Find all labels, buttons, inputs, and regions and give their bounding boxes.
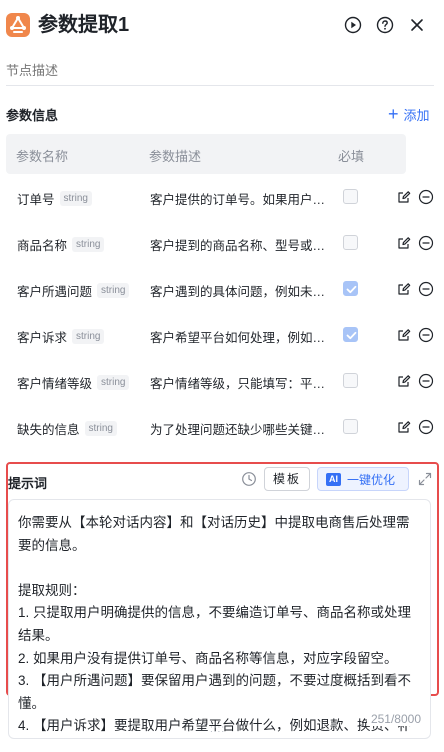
param-name-cell: 缺失的信息 string bbox=[17, 419, 117, 438]
column-header-required: 必填 bbox=[338, 149, 365, 164]
remove-param-icon[interactable] bbox=[418, 189, 434, 205]
remove-param-icon[interactable] bbox=[418, 327, 434, 343]
remove-param-icon[interactable] bbox=[418, 373, 434, 389]
param-type-tag: string bbox=[59, 191, 92, 206]
history-icon[interactable] bbox=[241, 471, 257, 487]
param-name[interactable]: 客户所遇问题 bbox=[17, 281, 92, 300]
param-type-tag: string bbox=[97, 283, 130, 298]
one-click-optimize-button[interactable]: AI 一键优化 bbox=[317, 467, 409, 491]
param-description[interactable]: 客户情绪等级，只能填写：平… bbox=[150, 373, 332, 392]
add-param-button[interactable]: + 添加 bbox=[388, 104, 430, 124]
param-name-cell: 商品名称 string bbox=[17, 235, 105, 254]
remove-param-icon[interactable] bbox=[418, 419, 434, 435]
param-description[interactable]: 为了处理问题还缺少哪些关键… bbox=[150, 419, 332, 438]
param-name-cell: 订单号 string bbox=[17, 189, 92, 208]
prompt-editor[interactable]: 你需要从【本轮对话内容】和【对话历史】中提取电商售后处理需要的信息。 提取规则：… bbox=[8, 499, 431, 739]
param-row: 缺失的信息 string 为了处理问题还缺少哪些关键… bbox=[6, 405, 436, 451]
required-checkbox[interactable] bbox=[343, 189, 358, 204]
required-checkbox[interactable] bbox=[343, 281, 358, 296]
expand-icon[interactable] bbox=[418, 472, 432, 486]
param-name-cell: 客户所遇问题 string bbox=[17, 281, 130, 300]
param-description[interactable]: 客户提供的订单号。如果用户… bbox=[150, 189, 332, 208]
param-type-tag: string bbox=[84, 421, 117, 436]
param-name-cell: 客户情绪等级 string bbox=[17, 373, 130, 392]
param-row: 商品名称 string 客户提到的商品名称、型号或… bbox=[6, 221, 436, 267]
add-param-label: 添加 bbox=[403, 107, 430, 123]
template-button[interactable]: 模板 bbox=[264, 467, 310, 491]
param-description[interactable]: 客户提到的商品名称、型号或… bbox=[150, 235, 332, 254]
edit-icon[interactable] bbox=[397, 190, 411, 204]
node-header: 参数提取1 bbox=[0, 0, 444, 52]
param-name-cell: 客户诉求 string bbox=[17, 327, 105, 346]
column-header-name: 参数名称 bbox=[16, 149, 69, 164]
param-type-tag: string bbox=[97, 375, 130, 390]
resize-handle[interactable]: :::: bbox=[210, 724, 225, 735]
close-icon[interactable] bbox=[408, 16, 426, 34]
required-checkbox[interactable] bbox=[343, 327, 358, 342]
params-table-header: 参数名称 参数描述 必填 bbox=[6, 134, 406, 174]
required-checkbox[interactable] bbox=[343, 419, 358, 434]
column-header-description: 参数描述 bbox=[149, 149, 202, 164]
run-icon[interactable] bbox=[344, 16, 362, 34]
edit-icon[interactable] bbox=[397, 420, 411, 434]
param-description[interactable]: 客户希望平台如何处理，例如… bbox=[150, 327, 332, 346]
params-section-title: 参数信息 bbox=[6, 108, 59, 123]
param-name[interactable]: 商品名称 bbox=[17, 235, 67, 254]
param-name[interactable]: 客户诉求 bbox=[17, 327, 67, 346]
param-description[interactable]: 客户遇到的具体问题，例如未… bbox=[150, 281, 332, 300]
param-row: 客户情绪等级 string 客户情绪等级，只能填写：平… bbox=[6, 359, 436, 405]
param-row: 订单号 string 客户提供的订单号。如果用户… bbox=[6, 175, 436, 221]
help-icon[interactable] bbox=[376, 16, 394, 34]
edit-icon[interactable] bbox=[397, 328, 411, 342]
character-counter: 251/8000 bbox=[366, 712, 421, 726]
param-name[interactable]: 客户情绪等级 bbox=[17, 373, 92, 392]
parameter-extract-node-icon bbox=[6, 13, 30, 37]
param-row: 客户诉求 string 客户希望平台如何处理，例如… bbox=[6, 313, 436, 359]
param-name[interactable]: 订单号 bbox=[17, 189, 55, 208]
check-icon bbox=[346, 331, 357, 340]
node-description-input[interactable] bbox=[6, 56, 434, 86]
param-row: 客户所遇问题 string 客户遇到的具体问题，例如未… bbox=[6, 267, 436, 313]
remove-param-icon[interactable] bbox=[418, 235, 434, 251]
ai-badge-icon: AI bbox=[326, 472, 341, 486]
edit-icon[interactable] bbox=[397, 282, 411, 296]
plus-icon: + bbox=[388, 104, 399, 124]
required-checkbox[interactable] bbox=[343, 373, 358, 388]
edit-icon[interactable] bbox=[397, 236, 411, 250]
param-type-tag: string bbox=[72, 237, 105, 252]
edit-icon[interactable] bbox=[397, 374, 411, 388]
remove-param-icon[interactable] bbox=[418, 281, 434, 297]
node-title[interactable]: 参数提取1 bbox=[38, 12, 129, 38]
param-name[interactable]: 缺失的信息 bbox=[17, 419, 80, 438]
prompt-label: 提示词 bbox=[8, 476, 48, 491]
prompt-text[interactable]: 你需要从【本轮对话内容】和【对话历史】中提取电商售后处理需要的信息。 提取规则：… bbox=[18, 512, 421, 738]
required-checkbox[interactable] bbox=[343, 235, 358, 250]
optimize-label: 一键优化 bbox=[347, 472, 396, 487]
check-icon bbox=[346, 285, 357, 294]
param-type-tag: string bbox=[72, 329, 105, 344]
